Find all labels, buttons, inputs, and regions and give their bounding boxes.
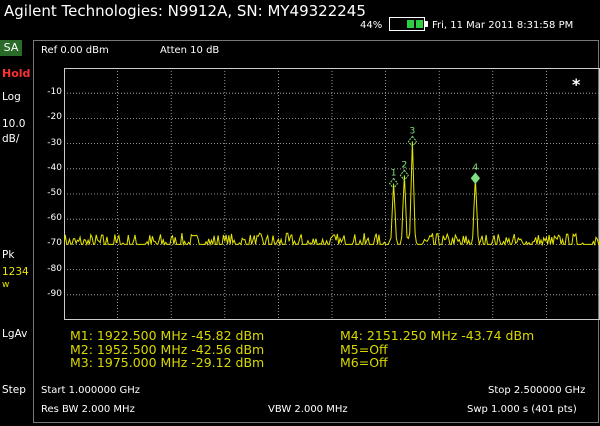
stop-frequency[interactable]: Stop 2.500000 GHz: [488, 385, 585, 396]
resolution-bandwidth[interactable]: Res BW 2.000 MHz: [41, 404, 135, 415]
marker-3-label: 3: [410, 126, 416, 136]
marker-5-readout: M5=Off: [340, 341, 388, 357]
star-indicator: *: [572, 75, 581, 94]
window-title: Agilent Technologies: N9912A, SN: MY4932…: [4, 2, 366, 20]
y-tick-label: -60: [47, 213, 62, 224]
scale-unit: dB/: [2, 133, 20, 145]
trace-list[interactable]: 1234: [2, 266, 29, 278]
y-tick-label: -90: [47, 288, 62, 299]
average-type[interactable]: LgAv: [2, 328, 27, 340]
marker-4-diamond: [470, 172, 481, 185]
marker-1-label: 1: [391, 168, 397, 178]
detector-label[interactable]: Pk: [2, 249, 14, 261]
marker-3-readout: M3: 1975.000 MHz -29.12 dBm: [70, 355, 265, 370]
y-tick-label: -50: [47, 188, 62, 198]
y-tick-label: -10: [47, 87, 62, 98]
sweep-time[interactable]: Swp 1.000 s (401 pts): [467, 404, 577, 415]
datetime: Fri, 11 Mar 2011 8:31:58 PM: [432, 20, 574, 31]
y-tick-label: -30: [47, 137, 62, 148]
marker-table: M1: 1922.500 MHz -45.82 dBm M4: 2151.250 …: [70, 329, 534, 370]
marker-6-readout: M6=Off: [340, 355, 388, 370]
start-frequency[interactable]: Start 1.000000 GHz: [41, 385, 140, 396]
scale-value[interactable]: 10.0: [2, 118, 25, 130]
marker-group: 12 3 4 *: [388, 75, 581, 190]
marker-4-readout: M4: 2151.250 MHz -43.74 dBm: [340, 328, 535, 343]
marker-2-label: 2: [401, 160, 407, 170]
spectrum-plot[interactable]: 12 3 4 *: [64, 68, 600, 320]
y-tick-label: -40: [47, 162, 62, 173]
y-tick-label: -70: [47, 238, 62, 249]
mode-badge[interactable]: SA: [0, 40, 22, 56]
y-tick-label: -80: [47, 263, 62, 274]
step-label[interactable]: Step: [2, 384, 26, 396]
battery-percent: 44%: [360, 20, 383, 31]
y-tick-label: -20: [47, 112, 62, 123]
attenuation[interactable]: Atten 10 dB: [160, 45, 219, 56]
marker-2-readout: M2: 1952.500 MHz -42.56 dBm: [70, 341, 265, 357]
trace-state: w: [2, 280, 10, 290]
video-bandwidth[interactable]: VBW 2.000 MHz: [268, 404, 348, 415]
reference-level[interactable]: Ref 0.00 dBm: [41, 45, 109, 56]
hold-status: Hold: [2, 67, 31, 80]
scale-type[interactable]: Log: [2, 91, 21, 103]
spectrum-trace: [64, 141, 600, 247]
marker-4-label: 4: [473, 163, 479, 173]
battery-icon: [389, 17, 428, 31]
marker-1-readout: M1: 1922.500 MHz -45.82 dBm: [70, 328, 265, 343]
plot-grid: [64, 68, 600, 320]
